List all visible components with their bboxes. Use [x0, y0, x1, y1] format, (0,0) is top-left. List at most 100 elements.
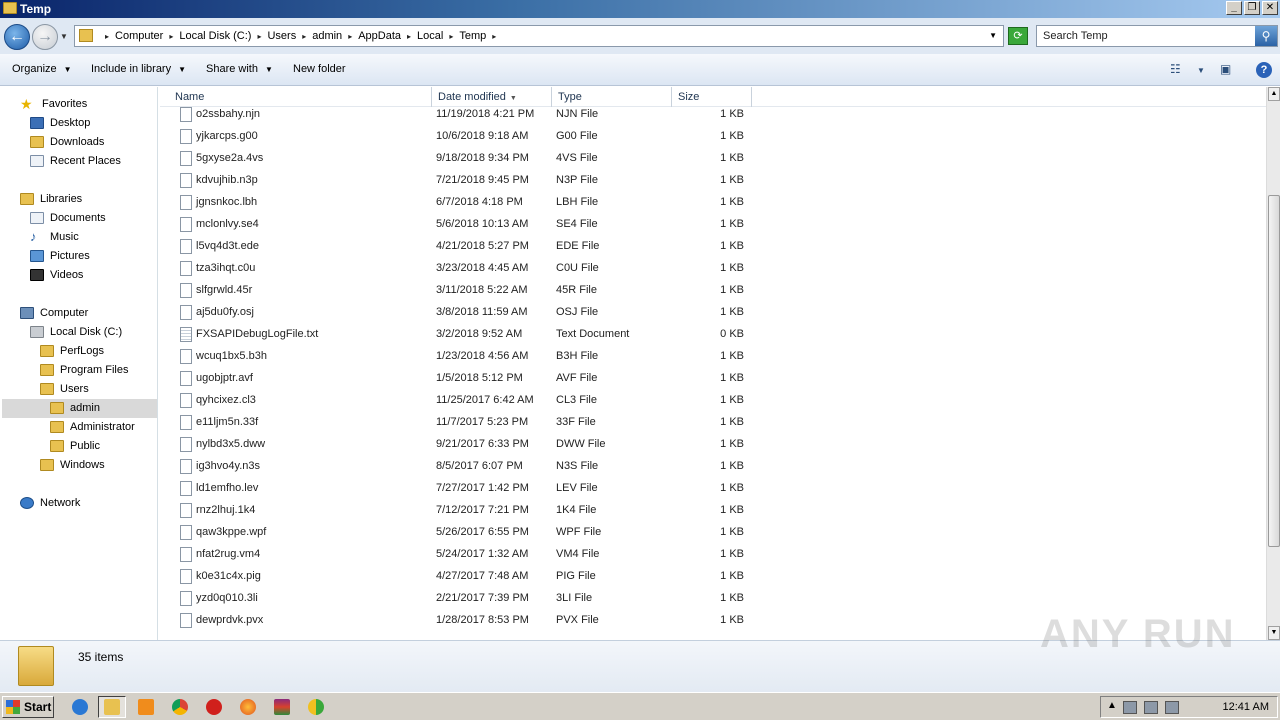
nav-users[interactable]: Users	[40, 380, 89, 398]
file-row[interactable]: slfgrwld.45r 3/11/2018 5:22 AM 45R File 1 K…	[160, 280, 760, 302]
nav-pictures[interactable]: Pictures	[30, 247, 90, 265]
forward-button[interactable]: →	[32, 24, 58, 50]
nav-windows[interactable]: Windows	[40, 456, 105, 474]
chevron-right-icon[interactable]: ▸	[348, 32, 352, 41]
file-row[interactable]: nylbd3x5.dww 9/21/2017 6:33 PM DWW File 1 K…	[160, 434, 760, 456]
breadcrumb-users[interactable]: Users	[267, 30, 296, 42]
nav-program-files[interactable]: Program Files	[40, 361, 128, 379]
nav-music[interactable]: ♪ Music	[30, 228, 79, 246]
vertical-scrollbar[interactable]: ▲ ▼	[1266, 87, 1280, 640]
nav-administrator[interactable]: Administrator	[50, 418, 135, 436]
help-icon[interactable]: ?	[1256, 62, 1272, 78]
file-row[interactable]: ugobjptr.avf 1/5/2018 5:12 PM AVF File 1 KB	[160, 368, 760, 390]
breadcrumb-local-disk[interactable]: Local Disk (C:)	[179, 30, 251, 42]
taskbar-winrar[interactable]	[268, 696, 296, 718]
file-row[interactable]: qyhcixez.cl3 11/25/2017 6:42 AM CL3 File 1 …	[160, 390, 760, 412]
music-note-icon: ♪	[30, 229, 37, 244]
file-row[interactable]: o2ssbahy.njn 11/19/2018 4:21 PM NJN File 1 …	[160, 104, 760, 126]
file-row[interactable]: FXSAPIDebugLogFile.txt 3/2/2018 9:52 AM Te…	[160, 324, 760, 346]
nav-network[interactable]: Network	[20, 494, 80, 512]
recent-pages-dropdown[interactable]: ▼	[60, 32, 68, 41]
file-row[interactable]: wcuq1bx5.b3h 1/23/2018 4:56 AM B3H File 1 K…	[160, 346, 760, 368]
breadcrumb-temp[interactable]: Temp	[459, 30, 486, 42]
media-player-icon	[138, 699, 154, 715]
chevron-right-icon[interactable]: ▸	[449, 32, 453, 41]
file-row[interactable]: yjkarcps.g00 10/6/2018 9:18 AM G00 File 1 K…	[160, 126, 760, 148]
show-hidden-icons[interactable]: ▲	[1107, 700, 1117, 711]
search-input[interactable]: Search Temp ⚲	[1036, 25, 1278, 47]
breadcrumb-computer[interactable]: Computer	[115, 30, 163, 42]
nav-libraries[interactable]: Libraries	[20, 190, 82, 208]
change-view-icon[interactable]: ☷	[1170, 62, 1181, 76]
scroll-down-icon[interactable]: ▼	[1268, 626, 1280, 640]
file-row[interactable]: k0e31c4x.pig 4/27/2017 7:48 AM PIG File 1 K…	[160, 566, 760, 588]
taskbar-internet-explorer[interactable]	[66, 696, 94, 718]
breadcrumb-appdata[interactable]: AppData	[358, 30, 401, 42]
start-button[interactable]: Start	[2, 696, 54, 718]
taskbar-app[interactable]	[302, 696, 330, 718]
file-row[interactable]: l5vq4d3t.ede 4/21/2018 5:27 PM EDE File 1 K…	[160, 236, 760, 258]
new-folder-button[interactable]: New folder	[293, 63, 346, 75]
nav-public[interactable]: Public	[50, 437, 100, 455]
file-row[interactable]: dewprdvk.pvx 1/28/2017 8:53 PM PVX File 1 K…	[160, 610, 760, 632]
share-with-button[interactable]: Share with ▼	[206, 63, 273, 75]
nav-local-disk[interactable]: Local Disk (C:)	[30, 323, 122, 341]
clock[interactable]: 12:41 AM	[1223, 701, 1269, 713]
chevron-right-icon[interactable]: ▸	[257, 32, 261, 41]
file-row[interactable]: kdvujhib.n3p 7/21/2018 9:45 PM N3P File 1 K…	[160, 170, 760, 192]
file-row[interactable]: ig3hvo4y.n3s 8/5/2017 6:07 PM N3S File 1 KB	[160, 456, 760, 478]
address-dropdown-icon[interactable]: ▼	[989, 31, 997, 40]
maximize-button[interactable]: ❐	[1244, 1, 1260, 15]
taskbar-opera[interactable]	[200, 696, 228, 718]
taskbar-media-player[interactable]	[132, 696, 160, 718]
address-bar[interactable]: ▸ Computer ▸ Local Disk (C:) ▸ Users ▸ admi…	[74, 25, 1004, 47]
organize-button[interactable]: Organize ▼	[12, 63, 72, 75]
taskbar-firefox[interactable]	[234, 696, 262, 718]
file-type: 3LI File	[556, 592, 593, 604]
chevron-right-icon[interactable]: ▸	[302, 32, 306, 41]
file-row[interactable]: tza3ihqt.c0u 3/23/2018 4:45 AM C0U File 1 K…	[160, 258, 760, 280]
refresh-button[interactable]: ⟳	[1008, 27, 1028, 45]
view-dropdown-icon[interactable]: ▼	[1197, 66, 1205, 75]
nav-perflogs[interactable]: PerfLogs	[40, 342, 104, 360]
taskbar-chrome[interactable]	[166, 696, 194, 718]
volume-icon[interactable]	[1144, 701, 1158, 714]
file-row[interactable]: aj5du0fy.osj 3/8/2018 11:59 AM OSJ File 1 K…	[160, 302, 760, 324]
file-row[interactable]: ld1emfho.lev 7/27/2017 1:42 PM LEV File 1 K…	[160, 478, 760, 500]
file-row[interactable]: jgnsnkoc.lbh 6/7/2018 4:18 PM LBH File 1 KB	[160, 192, 760, 214]
breadcrumb-admin[interactable]: admin	[312, 30, 342, 42]
nav-computer[interactable]: Computer	[20, 304, 88, 322]
chevron-right-icon[interactable]: ▸	[105, 32, 109, 41]
chevron-right-icon[interactable]: ▸	[492, 32, 496, 41]
preview-pane-icon[interactable]: ▣	[1220, 62, 1231, 76]
nav-favorites[interactable]: ★ Favorites	[20, 95, 87, 113]
file-row[interactable]: 5gxyse2a.4vs 9/18/2018 9:34 PM 4VS File 1 K…	[160, 148, 760, 170]
chevron-right-icon[interactable]: ▸	[407, 32, 411, 41]
file-row[interactable]: mclonlvy.se4 5/6/2018 10:13 AM SE4 File 1 K…	[160, 214, 760, 236]
file-row[interactable]: rnz2lhuj.1k4 7/12/2017 7:21 PM 1K4 File 1 K…	[160, 500, 760, 522]
nav-admin[interactable]: admin	[50, 399, 100, 417]
include-in-library-button[interactable]: Include in library ▼	[91, 63, 186, 75]
scroll-up-icon[interactable]: ▲	[1268, 87, 1280, 101]
file-row[interactable]: e11ljm5n.33f 11/7/2017 5:23 PM 33F File 1 K…	[160, 412, 760, 434]
file-row[interactable]: qaw3kppe.wpf 5/26/2017 6:55 PM WPF File 1 K…	[160, 522, 760, 544]
scroll-thumb[interactable]	[1268, 195, 1280, 547]
nav-recent-places[interactable]: Recent Places	[30, 152, 121, 170]
nav-documents[interactable]: Documents	[30, 209, 106, 227]
search-icon[interactable]: ⚲	[1255, 26, 1277, 46]
file-row[interactable]: nfat2rug.vm4 5/24/2017 1:32 AM VM4 File 1 K…	[160, 544, 760, 566]
minimize-button[interactable]: _	[1226, 1, 1242, 15]
nav-videos[interactable]: Videos	[30, 266, 83, 284]
network-tray-icon[interactable]	[1123, 701, 1137, 714]
close-button[interactable]: ✕	[1262, 1, 1278, 15]
search-placeholder: Search Temp	[1043, 30, 1108, 42]
nav-downloads[interactable]: Downloads	[30, 133, 104, 151]
taskbar-explorer[interactable]	[98, 696, 126, 718]
back-button[interactable]: ←	[4, 24, 30, 50]
file-row[interactable]: yzd0q010.3li 2/21/2017 7:39 PM 3LI File 1 K…	[160, 588, 760, 610]
file-date: 2/21/2017 7:39 PM	[436, 592, 529, 604]
action-center-flag-icon[interactable]	[1165, 701, 1179, 714]
chevron-right-icon[interactable]: ▸	[169, 32, 173, 41]
nav-desktop[interactable]: Desktop	[30, 114, 90, 132]
breadcrumb-local[interactable]: Local	[417, 30, 443, 42]
